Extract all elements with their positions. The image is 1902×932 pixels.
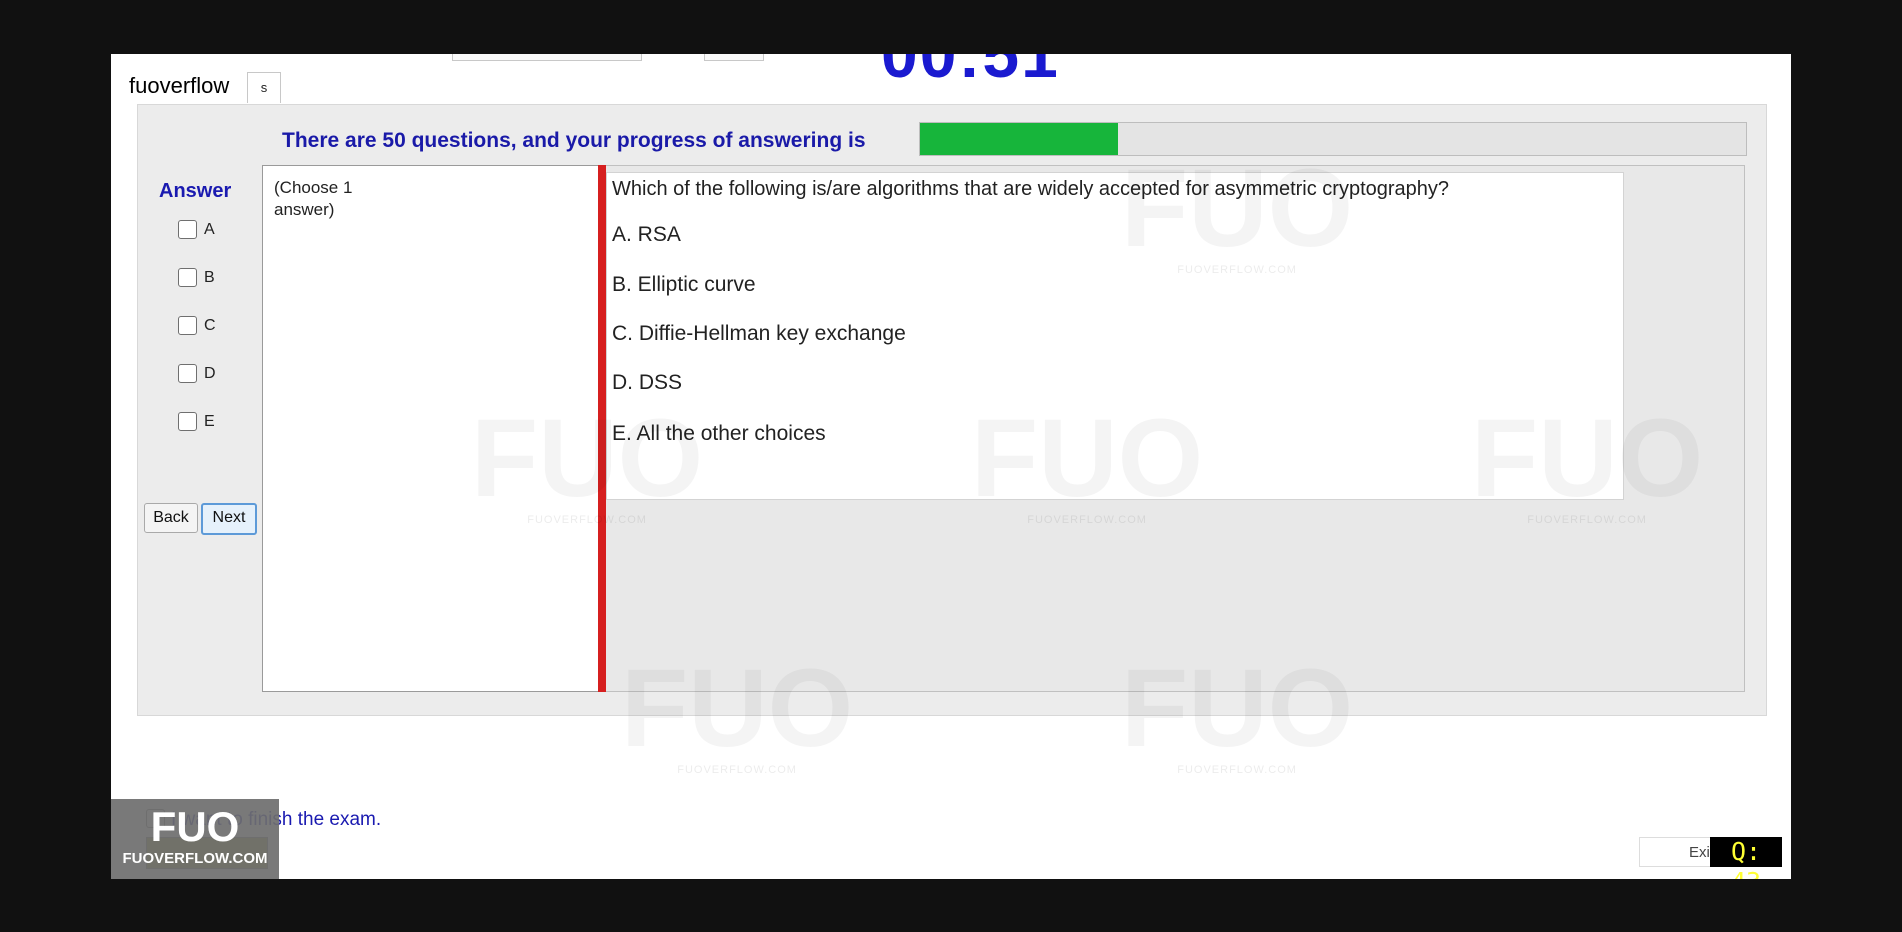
countdown-timer: 00:51 bbox=[881, 54, 1060, 91]
exam-window: 00:51 fuoverflow s There are 50 question… bbox=[111, 54, 1791, 879]
choice-d: D. DSS bbox=[612, 371, 683, 394]
question-panel: There are 50 questions, and your progres… bbox=[137, 104, 1767, 716]
question-number-badge: Q: 43 bbox=[1710, 837, 1782, 879]
choice-e: E. All the other choices bbox=[612, 422, 826, 445]
checkbox-c[interactable] bbox=[178, 316, 197, 335]
fuo-logo: FUO FUOVERFLOW.COM bbox=[111, 799, 279, 879]
answer-option-d[interactable]: D bbox=[178, 364, 216, 383]
checkbox-b[interactable] bbox=[178, 268, 197, 287]
option-label-b: B bbox=[204, 268, 215, 286]
next-button[interactable]: Next bbox=[201, 503, 257, 535]
brand-label: fuoverflow bbox=[129, 73, 230, 98]
option-label-a: A bbox=[204, 220, 215, 238]
top-small-control[interactable] bbox=[704, 54, 764, 61]
checkbox-a[interactable] bbox=[178, 220, 197, 239]
choice-c: C. Diffie-Hellman key exchange bbox=[612, 322, 906, 345]
back-button[interactable]: Back bbox=[144, 503, 198, 533]
question-text: Which of the following is/are algorithms… bbox=[612, 178, 1450, 200]
logo-mark: FUO bbox=[150, 803, 240, 850]
panel-divider[interactable] bbox=[598, 165, 606, 692]
exit-button[interactable]: Exit bbox=[1639, 837, 1717, 867]
option-label-d: D bbox=[204, 364, 216, 382]
progress-bar-fill bbox=[920, 123, 1119, 155]
answer-option-a[interactable]: A bbox=[178, 220, 215, 239]
choice-a: A. RSA bbox=[612, 223, 681, 246]
option-label-e: E bbox=[204, 412, 215, 430]
answer-instruction-box: (Choose 1 answer) bbox=[262, 165, 600, 692]
question-box: Which of the following is/are algorithms… bbox=[606, 172, 1624, 500]
choice-b: B. Elliptic curve bbox=[612, 273, 756, 296]
answer-option-b[interactable]: B bbox=[178, 268, 215, 287]
progress-text: There are 50 questions, and your progres… bbox=[282, 129, 866, 152]
checkbox-e[interactable] bbox=[178, 412, 197, 431]
answer-option-e[interactable]: E bbox=[178, 412, 215, 431]
checkbox-d[interactable] bbox=[178, 364, 197, 383]
answer-option-c[interactable]: C bbox=[178, 316, 216, 335]
progress-bar bbox=[919, 122, 1747, 156]
choose-instruction: (Choose 1 answer) bbox=[274, 178, 353, 219]
question-area: Which of the following is/are algorithms… bbox=[606, 165, 1745, 692]
tab-header[interactable]: s bbox=[247, 72, 281, 103]
answer-title: Answer bbox=[159, 180, 232, 202]
option-label-c: C bbox=[204, 316, 216, 334]
top-dropdown[interactable] bbox=[452, 54, 642, 61]
logo-site: FUOVERFLOW.COM bbox=[122, 850, 268, 867]
